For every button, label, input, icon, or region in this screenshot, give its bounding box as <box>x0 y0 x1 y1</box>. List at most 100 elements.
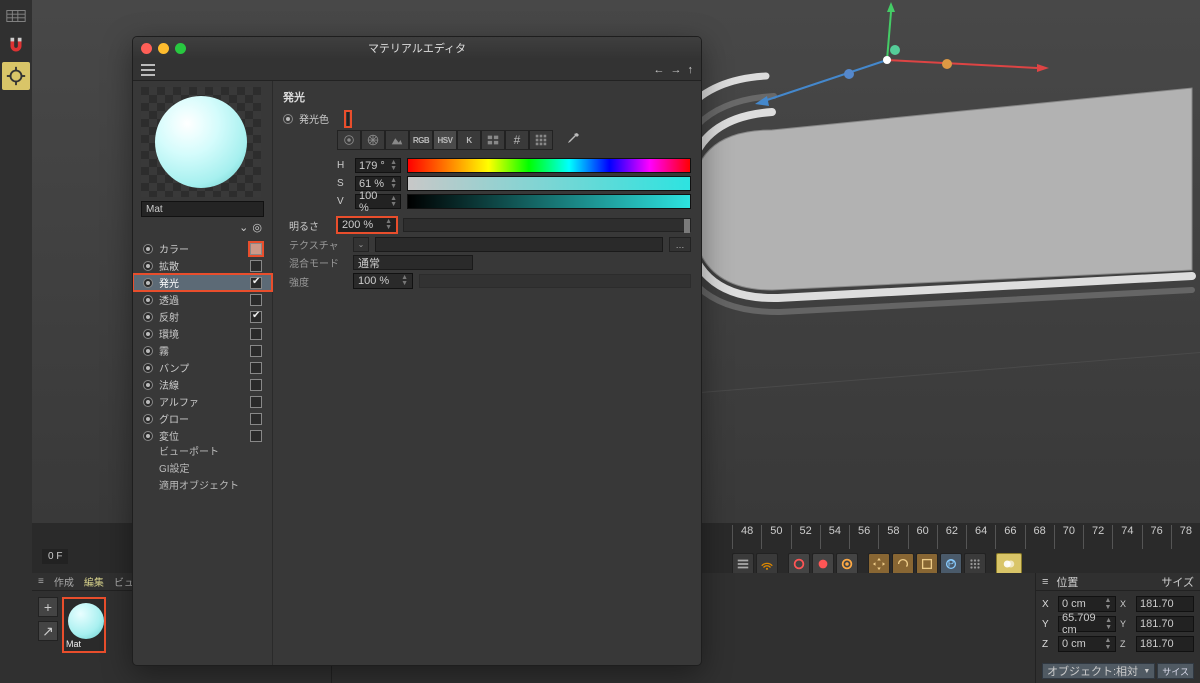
tb-scale-icon[interactable] <box>916 553 938 575</box>
picker-grid-icon[interactable] <box>529 130 553 150</box>
tb-menu-icon[interactable] <box>732 553 754 575</box>
tab-create[interactable]: 作成 <box>54 574 74 589</box>
picker-spectrum-icon[interactable] <box>361 130 385 150</box>
picker-rgb-button[interactable]: RGB <box>409 130 433 150</box>
hamburger-icon[interactable]: ≡ <box>1042 576 1048 588</box>
nav-up-icon[interactable]: ↑ <box>688 64 694 76</box>
channel-assign[interactable]: 適用オブジェクト <box>143 478 262 495</box>
tb-render-icon[interactable] <box>996 553 1022 575</box>
radio-reflection[interactable] <box>143 312 153 322</box>
hue-slider[interactable] <box>407 158 691 173</box>
radio-normal[interactable] <box>143 380 153 390</box>
check-bump[interactable] <box>250 362 262 374</box>
coord-mode-dropdown[interactable]: オブジェクト:相対▼ <box>1042 663 1155 679</box>
radio-alpha[interactable] <box>143 397 153 407</box>
check-luminance[interactable] <box>250 277 262 289</box>
tb-wifi-icon[interactable] <box>756 553 778 575</box>
tab-edit[interactable]: 編集 <box>84 574 104 589</box>
left-toolbar <box>0 0 32 683</box>
size-y-input[interactable]: 181.70 <box>1136 616 1194 632</box>
tb-move-icon[interactable] <box>868 553 890 575</box>
size-x-input[interactable]: 181.70 <box>1136 596 1194 612</box>
material-preview[interactable] <box>141 87 261 197</box>
brightness-label: 明るさ <box>289 218 331 233</box>
luminance-color-swatch[interactable] <box>347 112 349 126</box>
check-color[interactable] <box>250 243 262 255</box>
coord-z-input[interactable]: 0 cm▲▼ <box>1058 636 1116 652</box>
material-name-input[interactable]: Mat <box>141 201 264 217</box>
tb-record-icon[interactable] <box>788 553 810 575</box>
radio-color[interactable] <box>143 244 153 254</box>
brightness-input[interactable]: 200 %▲▼ <box>337 217 397 233</box>
check-alpha[interactable] <box>250 396 262 408</box>
check-diffuse[interactable] <box>250 260 262 272</box>
check-environment[interactable] <box>250 328 262 340</box>
tb-rotate-icon[interactable] <box>892 553 914 575</box>
svg-text:P: P <box>948 559 954 570</box>
intensity-input[interactable]: 100 %▲▼ <box>353 273 413 289</box>
texture-input[interactable] <box>375 237 663 252</box>
texture-browse-button[interactable]: … <box>669 237 691 252</box>
radio-environment[interactable] <box>143 329 153 339</box>
picker-swatches-icon[interactable] <box>481 130 505 150</box>
timeline-toolbar: P <box>732 553 1190 575</box>
blend-dropdown[interactable]: 通常 <box>353 255 473 270</box>
eyedropper-icon[interactable] <box>565 131 581 150</box>
nav-back-icon[interactable]: ← <box>654 64 665 76</box>
section-title: 発光 <box>283 89 691 105</box>
tb-keysel-icon[interactable] <box>836 553 858 575</box>
val-slider[interactable] <box>407 194 691 209</box>
radio-lumcolor[interactable] <box>283 114 293 124</box>
check-normal[interactable] <box>250 379 262 391</box>
tool-snap-icon[interactable] <box>2 62 30 90</box>
check-glow[interactable] <box>250 413 262 425</box>
channel-viewport[interactable]: ビューポート <box>143 444 262 461</box>
picker-hash-icon[interactable]: # <box>505 130 529 150</box>
add-icon[interactable]: + <box>38 597 58 617</box>
check-fog[interactable] <box>250 345 262 357</box>
menu-icon[interactable] <box>141 64 155 76</box>
picker-wheel-icon[interactable] <box>337 130 361 150</box>
material-thumbnail[interactable]: Mat <box>62 597 106 653</box>
tb-grid-icon[interactable] <box>964 553 986 575</box>
channel-list-panel: Mat ⌄ ◎ カラー 拡散 発光 透過 反射 環境 霧 バンプ 法線 アルファ… <box>133 81 273 665</box>
radio-displacement[interactable] <box>143 431 153 441</box>
radio-bump[interactable] <box>143 363 153 373</box>
check-reflection[interactable] <box>250 311 262 323</box>
tb-key-icon[interactable] <box>812 553 834 575</box>
radio-glow[interactable] <box>143 414 153 424</box>
check-transparency[interactable] <box>250 294 262 306</box>
tool-grid-icon[interactable] <box>2 2 30 30</box>
tool-magnet-icon[interactable] <box>2 32 30 60</box>
lum-color-label: 発光色 <box>299 111 341 126</box>
target-icon[interactable]: ◎ <box>252 221 262 234</box>
radio-diffuse[interactable] <box>143 261 153 271</box>
texture-label: テクスチャ <box>283 237 347 252</box>
sat-slider[interactable] <box>407 176 691 191</box>
coord-x-input[interactable]: 0 cm▲▼ <box>1058 596 1116 612</box>
texture-dropdown[interactable]: ⌄ <box>353 237 369 252</box>
channel-gi[interactable]: GI設定 <box>143 461 262 478</box>
val-input[interactable]: 100 %▲▼ <box>355 194 401 209</box>
timeline-ruler[interactable]: 48505254565860626466687072747678 <box>732 525 1200 549</box>
expand-icon[interactable]: ↗ <box>38 621 58 641</box>
tb-param-icon[interactable]: P <box>940 553 962 575</box>
coord-y-input[interactable]: 65.709 cm▲▼ <box>1058 616 1116 632</box>
chevron-down-icon[interactable]: ⌄ <box>239 221 248 234</box>
intensity-slider <box>419 274 691 288</box>
picker-hsv-button[interactable]: HSV <box>433 130 457 150</box>
picker-image-icon[interactable] <box>385 130 409 150</box>
radio-luminance[interactable] <box>143 278 153 288</box>
brightness-slider[interactable] <box>403 218 691 232</box>
hue-input[interactable]: 179 °▲▼ <box>355 158 401 173</box>
radio-transparency[interactable] <box>143 295 153 305</box>
coord-size-btn[interactable]: サイス <box>1157 663 1194 679</box>
titlebar[interactable]: マテリアルエディタ <box>133 37 701 59</box>
check-displacement[interactable] <box>250 430 262 442</box>
size-z-input[interactable]: 181.70 <box>1136 636 1194 652</box>
picker-kelvin-button[interactable]: K <box>457 130 481 150</box>
hamburger-icon[interactable]: ≡ <box>38 576 44 587</box>
tab-view[interactable]: ビュ <box>114 574 134 589</box>
radio-fog[interactable] <box>143 346 153 356</box>
nav-fwd-icon[interactable]: → <box>671 64 682 76</box>
